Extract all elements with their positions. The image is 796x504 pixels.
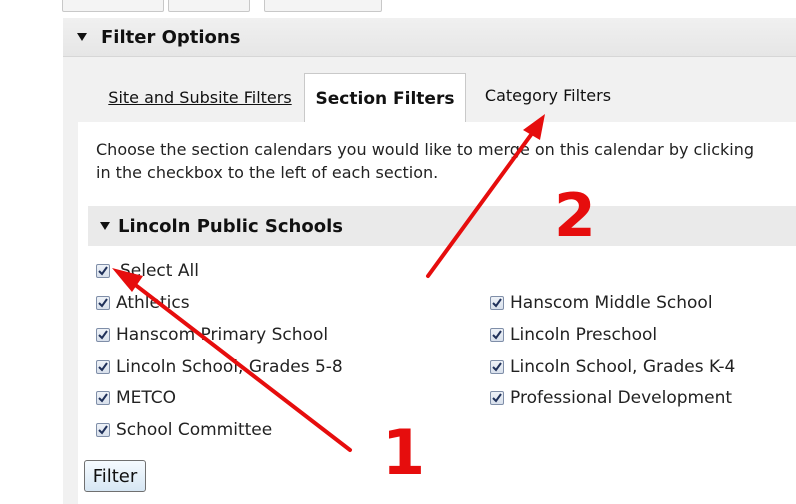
arrow-to-category-filters <box>426 126 538 278</box>
annotation-number-1: 1 <box>382 416 426 489</box>
annotation-number-2: 2 <box>554 181 596 251</box>
arrowhead-icon <box>523 114 545 140</box>
arrow-to-select-all <box>123 275 352 452</box>
